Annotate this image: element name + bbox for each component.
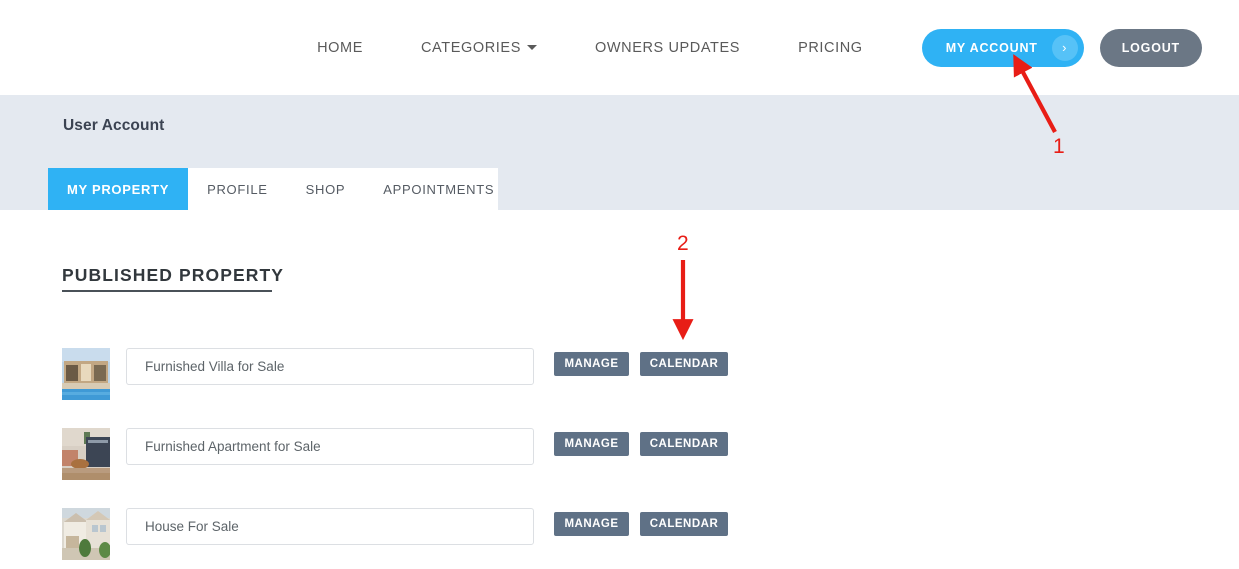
tab-profile-label: PROFILE (207, 181, 268, 197)
property-name-input[interactable] (126, 348, 534, 385)
top-navigation-bar: HOME CATEGORIES OWNERS UPDATES PRICING M… (0, 0, 1239, 95)
nav-link-pricing[interactable]: PRICING (769, 40, 892, 56)
calendar-button-label: CALENDAR (649, 518, 719, 530)
property-thumbnail-villa[interactable] (62, 348, 110, 400)
manage-button-label: MANAGE (564, 438, 619, 450)
calendar-button[interactable]: CALENDAR (640, 352, 728, 376)
property-row: MANAGE CALENDAR (0, 340, 1239, 420)
calendar-button-label: CALENDAR (649, 358, 719, 370)
nav-link-categories-label: CATEGORIES (420, 39, 521, 56)
chevron-down-icon (526, 44, 537, 50)
tab-shop-label: SHOP (305, 181, 346, 197)
property-thumbnail-house[interactable] (62, 508, 110, 560)
property-name-input[interactable] (126, 508, 534, 545)
page-root: HOME CATEGORIES OWNERS UPDATES PRICING M… (0, 0, 1239, 569)
calendar-button[interactable]: CALENDAR (640, 512, 728, 536)
tab-my-property[interactable]: MY PROPERTY (48, 168, 189, 210)
manage-button-label: MANAGE (564, 358, 619, 370)
manage-button-label: MANAGE (564, 518, 619, 530)
my-account-button[interactable]: MY ACCOUNT › (921, 28, 1084, 67)
nav-link-owners-updates[interactable]: OWNERS UPDATES (566, 40, 769, 56)
nav-links: HOME CATEGORIES OWNERS UPDATES PRICING (288, 40, 892, 56)
account-tabs: MY PROPERTY PROFILE SHOP APPOINTMENTS (48, 168, 498, 210)
calendar-button[interactable]: CALENDAR (640, 432, 728, 456)
chevron-right-icon: › (1051, 34, 1078, 61)
page-title: User Account (63, 117, 165, 134)
nav-link-categories[interactable]: CATEGORIES (392, 40, 566, 56)
section-title-underline (62, 290, 272, 292)
tab-shop[interactable]: SHOP (287, 168, 365, 210)
tab-appointments-label: APPOINTMENTS (383, 181, 495, 197)
my-account-button-label: MY ACCOUNT (945, 40, 1038, 55)
nav-link-home[interactable]: HOME (288, 40, 392, 56)
calendar-button-label: CALENDAR (649, 438, 719, 450)
logout-button-label: LOGOUT (1121, 40, 1180, 55)
tab-profile[interactable]: PROFILE (188, 168, 287, 210)
manage-button[interactable]: MANAGE (554, 352, 629, 376)
nav-link-home-label: HOME (317, 39, 363, 56)
manage-button[interactable]: MANAGE (554, 512, 629, 536)
manage-button[interactable]: MANAGE (554, 432, 629, 456)
property-row: MANAGE CALENDAR (0, 500, 1239, 569)
section-title: PUBLISHED PROPERTY (62, 265, 285, 285)
tab-appointments[interactable]: APPOINTMENTS (364, 168, 513, 210)
nav-link-owners-updates-label: OWNERS UPDATES (594, 39, 741, 56)
annotation-arrow-2 (672, 260, 694, 341)
published-property-list: MANAGE CALENDAR MANAGE CALENDAR (0, 340, 1239, 569)
property-name-input[interactable] (126, 428, 534, 465)
annotation-label-2: 2 (677, 232, 689, 255)
annotation-label-1: 1 (1053, 135, 1065, 158)
nav-link-pricing-label: PRICING (798, 39, 863, 56)
tab-my-property-label: MY PROPERTY (67, 181, 170, 197)
logout-button[interactable]: LOGOUT (1099, 28, 1202, 67)
property-thumbnail-apartment[interactable] (62, 428, 110, 480)
property-row: MANAGE CALENDAR (0, 420, 1239, 500)
